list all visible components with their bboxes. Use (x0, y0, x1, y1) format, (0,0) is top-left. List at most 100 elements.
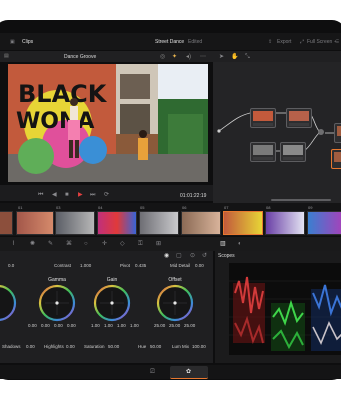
qualifier-icon[interactable]: ⌘ (66, 241, 72, 247)
eyedropper-icon[interactable]: ✎ (48, 241, 53, 247)
timeline-clip[interactable] (139, 211, 179, 235)
grade-icon[interactable]: ◎ (160, 53, 165, 60)
hue-value[interactable]: 50.00 (150, 344, 161, 349)
timeline-clip[interactable] (307, 211, 341, 235)
lift-wheel[interactable] (0, 285, 17, 321)
scopes-toggle-icon[interactable]: ▥ (220, 241, 226, 247)
key-icon[interactable]: ⚿ (138, 241, 143, 247)
viewer-clip-title: Dance Groove (64, 54, 97, 60)
go-to-end-icon[interactable]: ⏭ (90, 192, 95, 198)
go-to-start-icon[interactable]: ⏮ (38, 192, 43, 198)
gain-y-value[interactable]: 1.00 (91, 323, 100, 328)
info-icon[interactable]: ◐ (238, 241, 242, 247)
gamma-b-value[interactable]: 0.00 (67, 323, 76, 328)
scope-red-trace (233, 276, 265, 345)
gain-wheel[interactable] (93, 284, 131, 322)
media-icon[interactable]: ▣ (10, 39, 15, 45)
node-05[interactable] (334, 123, 341, 143)
lum-mix-label: Lum Mix (172, 344, 190, 349)
primaries-bars-icon[interactable]: ◉ (164, 253, 169, 259)
reverse-icon[interactable]: ◀ (52, 192, 57, 198)
fullscreen-icon[interactable]: ⤢ (300, 39, 304, 45)
clip-number: 03 (56, 205, 61, 210)
node-02[interactable] (286, 108, 312, 128)
timeline-clip[interactable] (0, 211, 13, 235)
wheels-icon[interactable]: ✺ (30, 241, 35, 247)
edit-page-icon[interactable]: ⎚ (150, 369, 155, 375)
sizing-icon[interactable]: ⊞ (156, 241, 161, 247)
gamma-wheel[interactable] (38, 284, 76, 322)
export-button[interactable]: Export (277, 39, 291, 45)
share-icon[interactable]: ⋲ (334, 39, 339, 45)
scopes-panel: Scopes (215, 251, 341, 363)
timeline-clip[interactable] (55, 211, 95, 235)
gain-r-value[interactable]: 1.00 (104, 323, 113, 328)
magic-icon[interactable]: ✦ (172, 53, 177, 60)
gain-g-value[interactable]: 1.00 (117, 323, 126, 328)
viewer-frame-image: BLACK WONA (8, 64, 208, 182)
curves-icon[interactable]: ⌇ (12, 241, 15, 247)
reset-icon[interactable]: ↺ (202, 253, 207, 259)
project-title: Street Dance (155, 39, 185, 45)
full-screen-button[interactable]: Full Screen (307, 39, 332, 45)
hdr-icon[interactable]: ⊙ (190, 253, 195, 259)
mural-text: BLACK (18, 80, 108, 108)
timeline-clip[interactable] (265, 211, 305, 235)
transport-bar: ⏮ ◀ ■ ▶ ⏭ ⟳ 01:01:22:19 (0, 185, 213, 201)
video-viewer[interactable]: BLACK WONA (8, 64, 208, 182)
saturation-label: Saturation (84, 344, 105, 349)
audio-icon[interactable]: ◂) (186, 53, 191, 60)
pivot-value[interactable]: 0.435 (135, 263, 146, 268)
offset-b-value[interactable]: 25.00 (184, 323, 195, 328)
play-icon[interactable]: ▶ (78, 192, 83, 198)
window-icon[interactable]: ○ (84, 241, 88, 247)
node-06[interactable] (331, 149, 341, 169)
saturation-value[interactable]: 50.00 (108, 344, 119, 349)
svg-text:WONA: WONA (16, 109, 94, 134)
viewer-options-icon[interactable]: ▤ (4, 53, 9, 59)
stop-icon[interactable]: ■ (65, 192, 69, 198)
clip-number: 06 (182, 205, 187, 210)
contrast-label: Contrast (54, 263, 72, 268)
blur-icon[interactable]: ◇ (120, 241, 125, 247)
more-icon[interactable]: ⋯ (200, 53, 206, 60)
timeline-clip[interactable] (181, 211, 221, 235)
timeline-clip-selected[interactable] (223, 211, 263, 235)
contrast-value[interactable]: 1.000 (80, 263, 91, 268)
scope-green-trace (271, 299, 305, 351)
clip-number: 09 (308, 205, 313, 210)
log-wheels-icon[interactable]: ▢ (176, 253, 182, 259)
clips-tab[interactable]: Clips (22, 39, 33, 45)
clip-number: 07 (224, 205, 229, 210)
node-editor[interactable]: ➤ ✋ ⤡ (213, 51, 341, 206)
gain-b-value[interactable]: 1.00 (130, 323, 139, 328)
highlights-value[interactable]: 0.00 (66, 344, 75, 349)
node-scrollbar[interactable] (271, 199, 331, 201)
shadows-label: Shadows (2, 344, 21, 349)
gamma-y-value[interactable]: 0.00 (28, 323, 37, 328)
export-icon[interactable]: ⇪ (268, 39, 272, 45)
clip-number: 05 (140, 205, 145, 210)
offset-r-value[interactable]: 25.00 (154, 323, 165, 328)
node-04[interactable] (280, 142, 306, 162)
highlights-label: Highlights (44, 344, 64, 349)
hue-label: Hue (138, 344, 147, 349)
timeline-clip[interactable] (16, 211, 54, 235)
shadows-value[interactable]: 0.00 (26, 344, 35, 349)
left-param-value[interactable]: 0.0 (8, 263, 14, 268)
color-page-icon: ✿ (186, 369, 192, 375)
lum-mix-value[interactable]: 100.00 (192, 344, 206, 349)
viewer-header: ▤ Dance Groove ◎ ✦ ◂) ⋯ (0, 51, 213, 62)
node-03[interactable] (250, 142, 276, 162)
loop-icon[interactable]: ⟳ (104, 192, 109, 198)
mid-detail-label: Mid Detail (170, 263, 191, 268)
gamma-g-value[interactable]: 0.00 (54, 323, 63, 328)
mid-detail-value[interactable]: 0.00 (195, 263, 204, 268)
offset-wheel[interactable] (156, 284, 194, 322)
clip-number: 08 (266, 205, 271, 210)
tracker-icon[interactable]: ✛ (102, 241, 107, 247)
offset-g-value[interactable]: 25.00 (169, 323, 180, 328)
gamma-r-value[interactable]: 0.00 (41, 323, 50, 328)
node-01[interactable] (250, 108, 276, 128)
timeline-clip[interactable] (97, 211, 137, 235)
